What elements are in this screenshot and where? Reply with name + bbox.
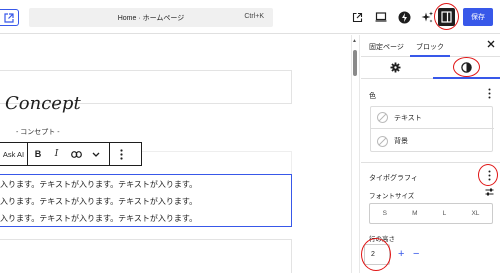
ai-assistant-button[interactable] (419, 9, 435, 25)
external-link-icon (4, 12, 14, 23)
settings-sidebar: 固定ページ ブロック 色 テキスト 背景 タイポグラフィ フォントサイズ S M… (361, 35, 500, 273)
custom-size-toggle[interactable] (485, 188, 494, 198)
active-subtab-indicator (433, 77, 500, 79)
page-title: Home · ホームページ (117, 15, 185, 22)
vertical-ellipsis-icon (119, 148, 123, 160)
background-color-label: 背景 (394, 138, 408, 145)
paragraph-block[interactable]: 入ります。テキストが入ります。テキストが入ります。 入ります。テキストが入ります… (0, 174, 292, 227)
desktop-icon (375, 12, 387, 22)
font-size-xl[interactable]: XL (471, 210, 479, 217)
empty-swatch-icon (377, 112, 388, 123)
italic-button[interactable]: I (48, 143, 65, 165)
highlight-circle (361, 238, 391, 271)
chevron-down-icon (92, 152, 100, 157)
gear-icon (390, 62, 401, 73)
highlight-circle (478, 164, 498, 186)
ask-ai-button[interactable]: Ask AI (0, 143, 27, 165)
highlight-circle (453, 57, 480, 77)
close-icon (487, 40, 495, 48)
external-link-icon (352, 12, 362, 22)
jetpack-button[interactable] (396, 9, 412, 25)
open-site-button[interactable] (0, 9, 19, 26)
vertical-ellipsis-icon (488, 88, 491, 99)
device-preview-button[interactable] (373, 9, 389, 25)
font-size-s[interactable]: S (383, 210, 387, 217)
scrollbar-thumb[interactable] (353, 50, 357, 76)
empty-swatch-icon (377, 135, 388, 147)
tab-block[interactable]: ブロック (416, 42, 444, 52)
color-section-title: 色 (369, 93, 376, 100)
concept-heading[interactable]: Concept (5, 93, 81, 114)
paragraph-line: 入ります。テキストが入ります。テキストが入ります。 (0, 197, 198, 206)
block-toolbar: Ask AI B I (0, 142, 142, 166)
font-size-l[interactable]: L (443, 210, 447, 217)
paragraph-line: 入ります。テキストが入ります。テキストが入ります。 (0, 214, 198, 223)
sparkle-icon (421, 11, 433, 22)
font-size-picker: S M L XL (369, 203, 493, 224)
concept-subtitle[interactable]: - コンセプト - (16, 127, 60, 137)
font-size-m[interactable]: M (412, 210, 417, 217)
text-color-item[interactable]: テキスト (371, 107, 494, 129)
section-divider (361, 162, 500, 163)
highlight-circle (434, 3, 459, 30)
block-options-button[interactable] (110, 143, 132, 165)
paragraph-line: 入ります。テキストが入ります。テキストが入ります。 (0, 180, 198, 189)
line-height-decrement-button[interactable]: − (413, 248, 419, 260)
background-color-item[interactable]: 背景 (371, 130, 494, 152)
tab-page[interactable]: 固定ページ (369, 42, 404, 52)
sidebar-tabs: 固定ページ ブロック (361, 35, 500, 57)
color-settings-list: テキスト 背景 (370, 106, 494, 152)
scroll-up-arrow-icon[interactable]: ▲ (352, 38, 357, 44)
editor-top-bar: Home · ホームページ Ctrl+K 保存 (0, 0, 500, 34)
line-height-increment-button[interactable]: + (398, 248, 404, 260)
color-options-button[interactable] (488, 88, 491, 101)
lightning-icon (398, 11, 410, 23)
sliders-icon (485, 188, 494, 196)
typography-section-title: タイポグラフィ (369, 175, 418, 182)
view-page-button[interactable] (349, 9, 365, 25)
shortcut-hint: Ctrl+K (244, 13, 264, 20)
text-color-label: テキスト (394, 114, 422, 122)
font-size-label: フォントサイズ (369, 193, 415, 200)
close-sidebar-button[interactable] (487, 40, 495, 51)
settings-subtab[interactable] (390, 62, 401, 75)
save-button[interactable]: 保存 (463, 8, 493, 26)
command-palette-bar[interactable]: Home · ホームページ Ctrl+K (29, 8, 273, 27)
link-button[interactable] (65, 143, 87, 165)
link-icon (70, 150, 82, 158)
empty-block[interactable] (0, 239, 292, 273)
bold-button[interactable]: B (28, 143, 48, 165)
more-formats-button[interactable] (87, 143, 105, 165)
